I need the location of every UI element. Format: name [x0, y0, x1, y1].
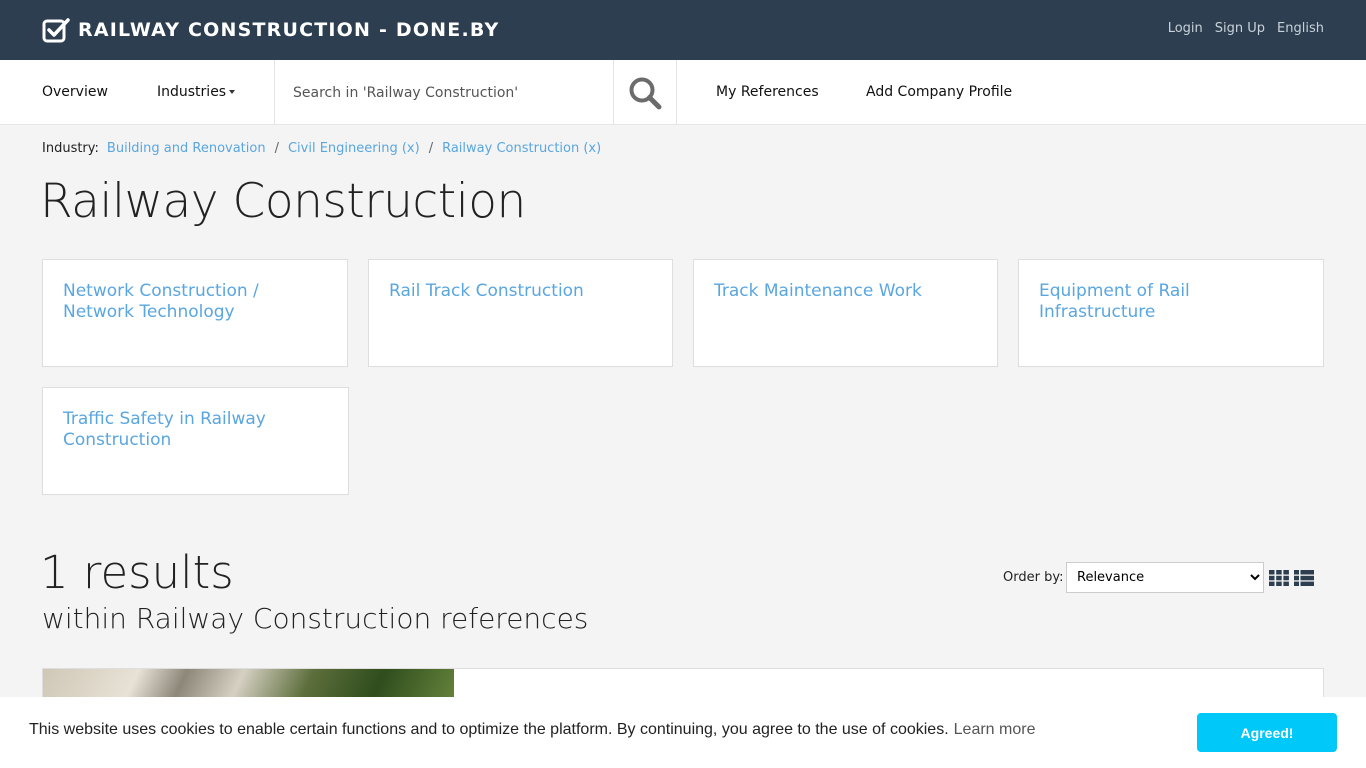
- login-link[interactable]: Login: [1168, 21, 1203, 36]
- subcategory-card[interactable]: Traffic Safety in Railway Construction: [42, 387, 349, 495]
- breadcrumb-separator: /: [428, 141, 434, 156]
- subcategory-link[interactable]: Traffic Safety in Railway Construction: [63, 409, 328, 451]
- page-title: Railway Construction: [40, 174, 526, 229]
- breadcrumb: Industry: Building and Renovation / Civi…: [42, 141, 601, 156]
- language-selector[interactable]: English: [1277, 21, 1324, 36]
- top-bar: RAILWAY CONSTRUCTION - DONE.BY Login Sig…: [0, 0, 1366, 60]
- caret-down-icon: [229, 90, 236, 94]
- cookie-text: This website uses cookies to enable cert…: [29, 721, 949, 738]
- subcategory-link[interactable]: Track Maintenance Work: [714, 281, 977, 302]
- order-by-label: Order by:: [1003, 570, 1064, 585]
- breadcrumb-item-civil-engineering[interactable]: Civil Engineering (x): [288, 141, 420, 156]
- subcategory-link[interactable]: Rail Track Construction: [389, 281, 652, 302]
- breadcrumb-separator: /: [274, 141, 279, 156]
- search-input[interactable]: [275, 60, 613, 125]
- nav-add-company-profile[interactable]: Add Company Profile: [866, 84, 1012, 100]
- signup-link[interactable]: Sign Up: [1215, 21, 1265, 36]
- nav-industries-label: Industries: [157, 84, 227, 100]
- subcategory-link[interactable]: Equipment of Rail Infrastructure: [1039, 281, 1303, 323]
- top-links: Login Sign Up English: [1168, 21, 1324, 36]
- cookie-accept-button[interactable]: Agreed!: [1197, 713, 1337, 752]
- subcategory-card[interactable]: Network Construction / Network Technolog…: [42, 259, 348, 367]
- results-count: 1 results: [40, 546, 234, 599]
- subcategory-card[interactable]: Rail Track Construction: [368, 259, 673, 367]
- cookie-learn-more-link[interactable]: Learn more: [954, 721, 1036, 738]
- check-square-icon: [42, 18, 70, 43]
- brand-title: RAILWAY CONSTRUCTION - DONE.BY: [78, 19, 500, 41]
- subcategory-link[interactable]: Network Construction / Network Technolog…: [63, 281, 327, 323]
- results-subtitle: within Railway Construction references: [42, 602, 589, 635]
- cookie-banner: This website uses cookies to enable cert…: [0, 697, 1366, 768]
- nav-overview[interactable]: Overview: [42, 84, 108, 100]
- list-view-icon[interactable]: [1294, 570, 1314, 586]
- subcategory-card[interactable]: Track Maintenance Work: [693, 259, 998, 367]
- nav-industries-dropdown[interactable]: Industries: [157, 84, 236, 100]
- main-navbar: Overview Industries My References Add Co…: [0, 60, 1366, 125]
- subcategory-card[interactable]: Equipment of Rail Infrastructure: [1018, 259, 1324, 367]
- order-by-select[interactable]: Relevance: [1066, 562, 1264, 593]
- search-box: [274, 60, 614, 125]
- breadcrumb-label: Industry:: [42, 141, 99, 156]
- breadcrumb-item-building[interactable]: Building and Renovation: [107, 141, 266, 156]
- cookie-message: This website uses cookies to enable cert…: [29, 721, 1035, 739]
- nav-my-references[interactable]: My References: [716, 84, 819, 100]
- grid-view-icon[interactable]: [1269, 570, 1289, 586]
- brand-logo[interactable]: RAILWAY CONSTRUCTION - DONE.BY: [42, 17, 499, 43]
- search-icon: [629, 77, 661, 109]
- search-button[interactable]: [613, 60, 677, 125]
- breadcrumb-item-railway-construction[interactable]: Railway Construction (x): [442, 141, 601, 156]
